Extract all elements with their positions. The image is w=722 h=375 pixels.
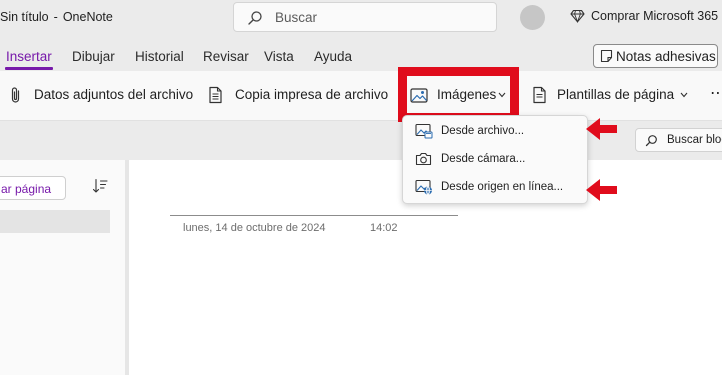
note-date: lunes, 14 de octubre de 2024 [183, 222, 326, 234]
search-icon [645, 135, 657, 147]
page-template-icon [533, 86, 546, 104]
paperclip-icon [11, 87, 20, 103]
from-camera-label: Desde cámara... [441, 153, 526, 165]
image-file-icon [415, 123, 433, 139]
menu-item-from-file[interactable]: Desde archivo... [403, 120, 587, 144]
tab-dibujar[interactable]: Dibujar [72, 49, 115, 64]
active-tab-indicator [5, 67, 53, 70]
buy-label: Comprar Microsoft 365 [591, 9, 719, 23]
add-page-label: ar página [1, 182, 52, 196]
annotation-arrow-from-online [586, 179, 617, 201]
sort-icon[interactable] [92, 178, 108, 194]
tab-historial[interactable]: Historial [135, 49, 184, 64]
notebook-search-label: Buscar bloc [667, 134, 722, 146]
tab-ayuda[interactable]: Ayuda [314, 49, 352, 64]
printout-label: Copia impresa de archivo [235, 87, 389, 102]
more-options-button[interactable]: ⋯ [710, 83, 722, 103]
search-placeholder: Buscar [275, 10, 318, 25]
buy-microsoft-365-button[interactable]: Comprar Microsoft 365 [570, 9, 718, 23]
pages-pane: ar página [0, 160, 125, 375]
app-name: OneNote [62, 10, 113, 24]
search-box[interactable]: Buscar [233, 2, 497, 32]
search-icon [248, 11, 262, 25]
menu-item-from-camera[interactable]: Desde cámara... [403, 148, 587, 172]
document-title: Sin título [0, 10, 49, 24]
notebook-search-box[interactable]: Buscar bloc [635, 128, 722, 152]
title-bar: Sin título - OneNote Buscar Comprar Micros… [0, 0, 722, 36]
add-page-button[interactable]: ar página [0, 176, 66, 200]
menu-item-from-online[interactable]: Desde origen en línea... [403, 176, 587, 200]
attachment-label: Datos adjuntos del archivo [34, 87, 194, 102]
sticky-note-icon [600, 49, 613, 63]
from-file-label: Desde archivo... [441, 125, 525, 137]
sticky-notes-label: Notas adhesivas [616, 49, 716, 64]
online-image-icon [415, 179, 432, 195]
avatar[interactable] [520, 5, 545, 30]
tab-vista[interactable]: Vista [264, 49, 294, 64]
title-separator: - [53, 10, 58, 24]
tab-revisar[interactable]: Revisar [203, 49, 249, 64]
camera-icon [415, 152, 432, 166]
from-online-label: Desde origen en línea... [441, 181, 564, 193]
chevron-down-icon [680, 92, 688, 98]
images-dropdown-menu: Desde archivo... Desde cámara... Desde o… [402, 115, 588, 204]
window-title: Sin título - OneNote [0, 10, 113, 24]
highlight-box-images [398, 67, 519, 122]
annotation-arrow-from-file [586, 118, 617, 140]
page-list-item[interactable] [0, 210, 110, 233]
page-templates-label: Plantillas de página [557, 87, 675, 102]
sticky-notes-button[interactable]: Notas adhesivas [593, 44, 718, 68]
tab-insertar[interactable]: Insertar [6, 49, 52, 64]
diamond-icon [570, 9, 585, 23]
page-title-underline [170, 215, 458, 216]
note-time: 14:02 [370, 222, 398, 234]
document-icon [209, 86, 222, 104]
